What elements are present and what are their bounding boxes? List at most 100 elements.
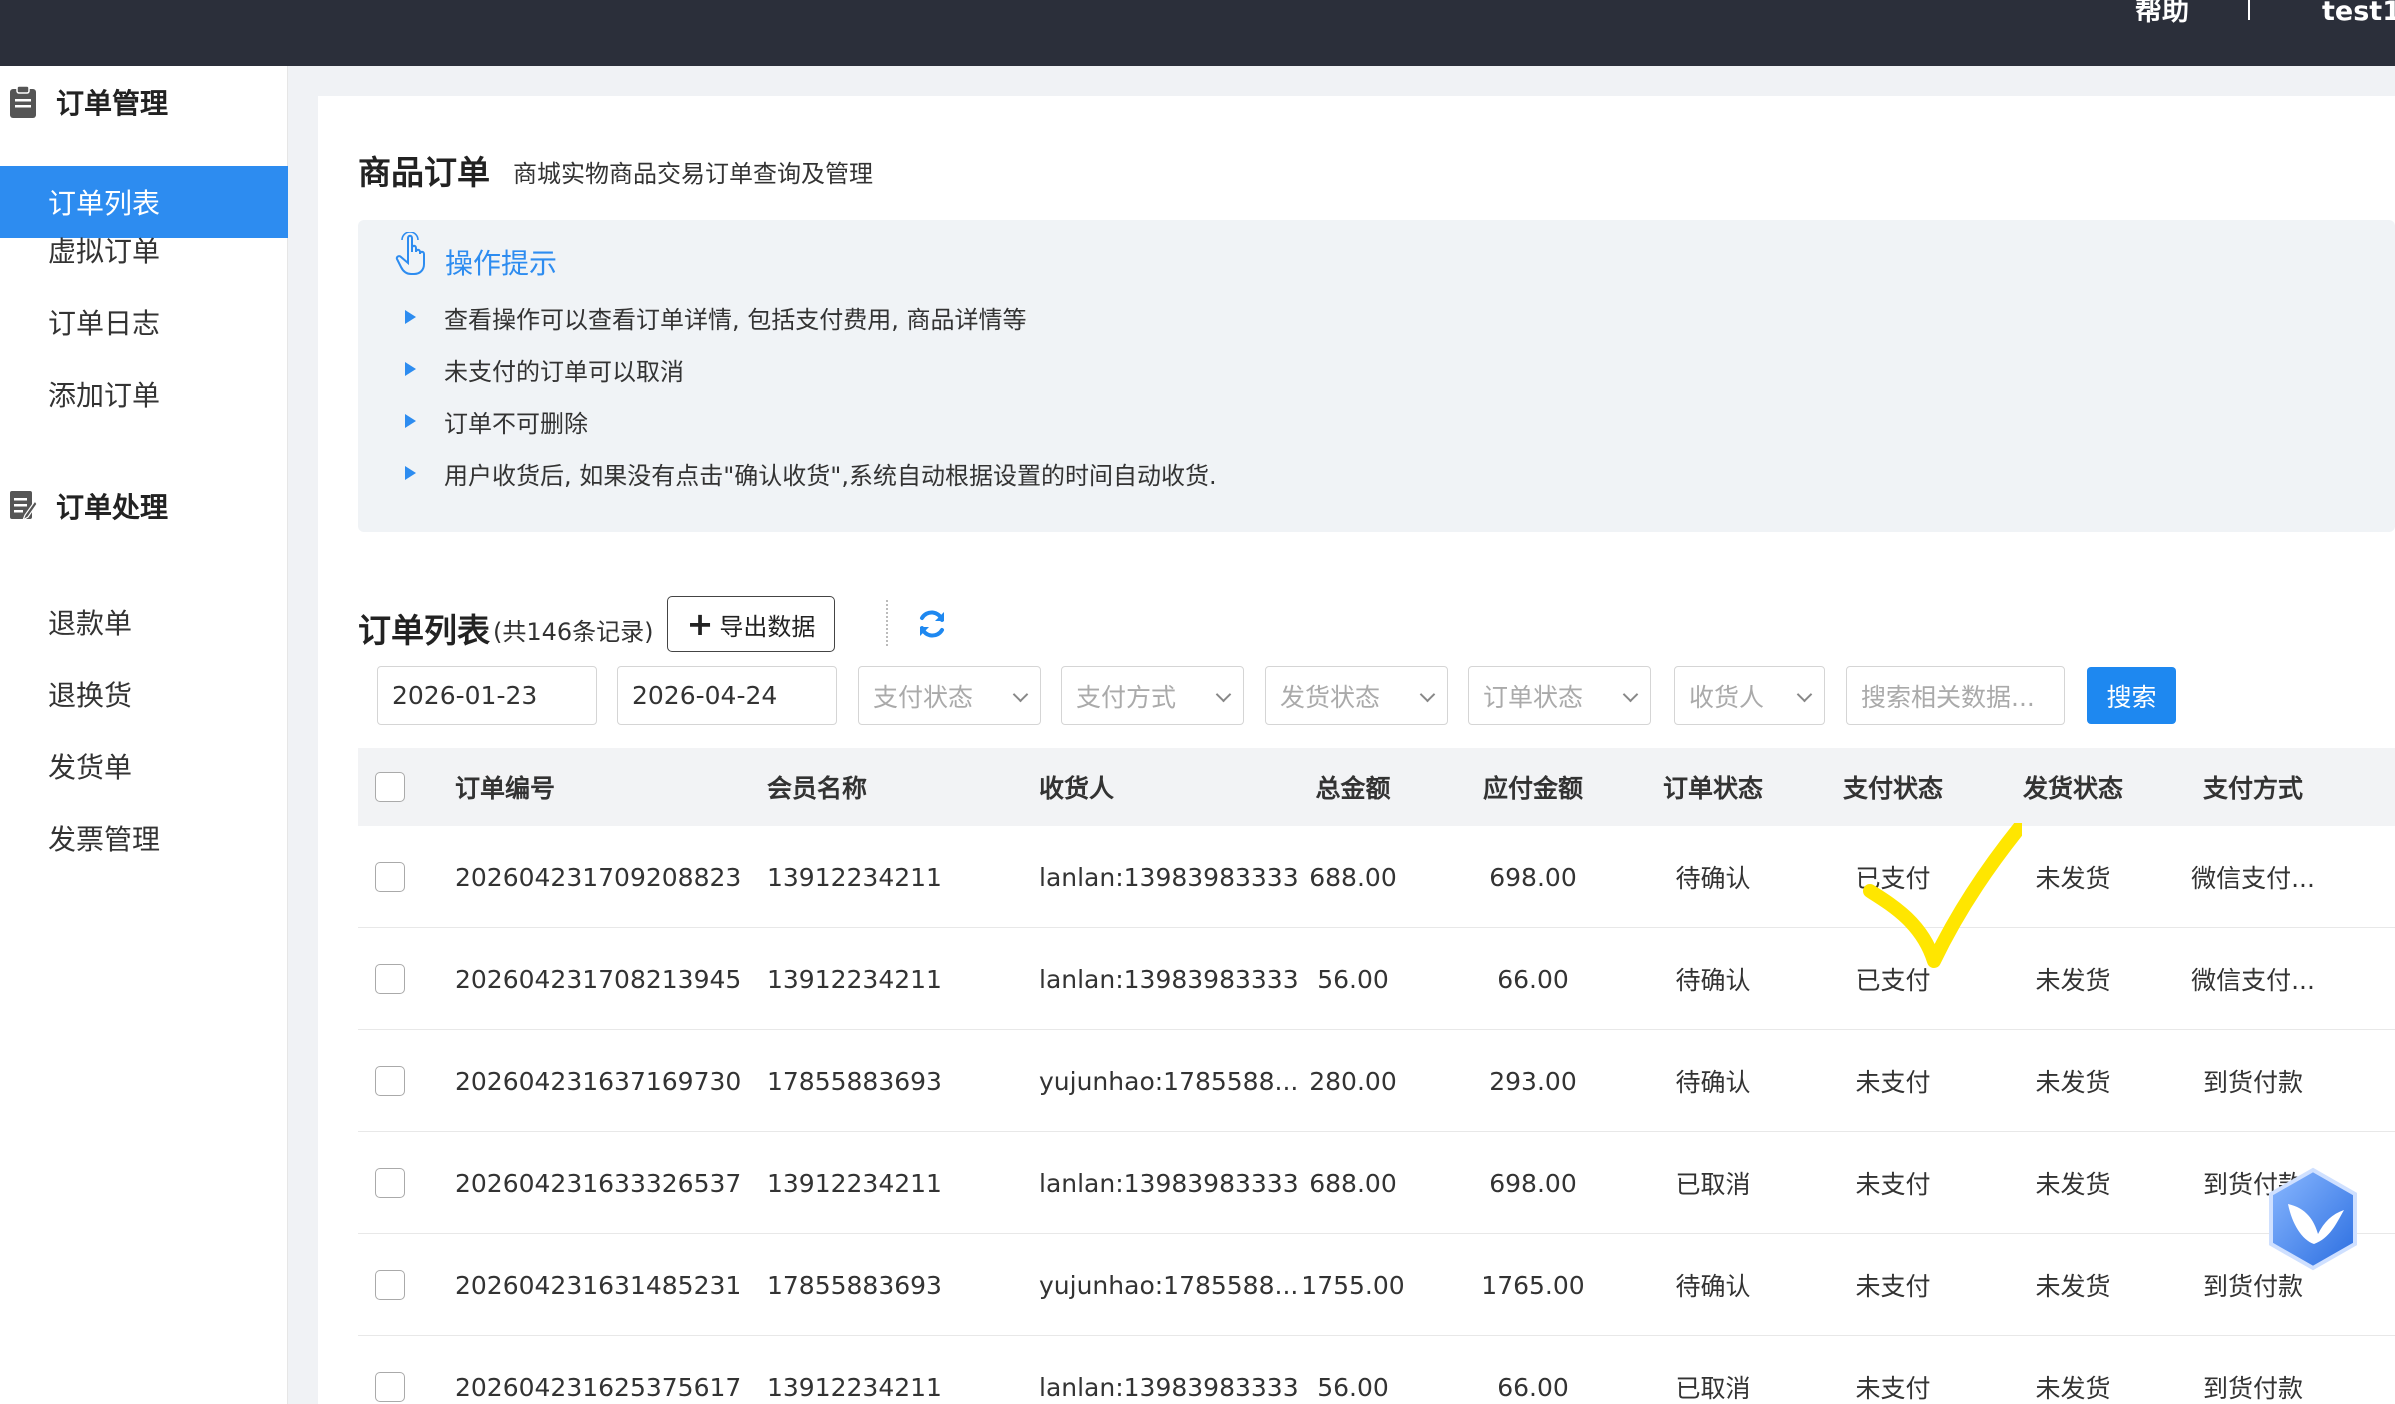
col-header-consignee[interactable]: 收货人 <box>1039 748 1114 826</box>
ship-status-cell: 未发货 <box>2035 1068 2111 1097</box>
sidebar-item-label: 发票管理 <box>48 823 161 856</box>
col-header-order-status[interactable]: 订单状态 <box>1638 748 1788 826</box>
consignee-cell: lanlan:13983983333 <box>1039 862 1299 892</box>
edit-note-icon <box>10 491 38 522</box>
order-no-cell[interactable]: 202604231625375617 <box>455 1336 741 1404</box>
sidebar-item-order-log[interactable]: 订单日志 <box>0 286 288 358</box>
col-header-pay-status[interactable]: 支付状态 <box>1818 748 1968 826</box>
tip-item: 未支付的订单可以取消 <box>405 352 684 386</box>
sidebar-item-label: 退换货 <box>48 679 133 712</box>
member-cell: 13912234211 <box>767 1372 942 1402</box>
row-checkbox[interactable] <box>375 1270 405 1300</box>
row-checkbox[interactable] <box>375 964 405 994</box>
col-header-total[interactable]: 总金额 <box>1278 748 1428 826</box>
col-header-order-no[interactable]: 订单编号 <box>455 748 555 826</box>
consignee-cell: lanlan:13983983333 <box>1039 964 1299 994</box>
table-row[interactable]: 202604231708213945 13912234211 lanlan:13… <box>358 928 2395 1030</box>
chevron-down-icon <box>1622 686 1639 703</box>
table-row[interactable]: 202604231633326537 13912234211 lanlan:13… <box>358 1132 2395 1234</box>
order-status-cell: 待确认 <box>1675 966 1751 995</box>
sidebar-item-invoices[interactable]: 发票管理 <box>0 802 288 874</box>
pay-method-cell: 到货付款 <box>2202 1068 2303 1097</box>
clipboard-icon <box>10 85 36 118</box>
pay-method-select[interactable]: 支付方式 <box>1061 666 1244 725</box>
order-no-cell[interactable]: 202604231637169730 <box>455 1030 741 1132</box>
member-cell: 13912234211 <box>767 862 942 892</box>
floating-assistant-bird-icon[interactable] <box>2258 1164 2368 1274</box>
table-row[interactable]: 202604231709208823 13912234211 lanlan:13… <box>358 826 2395 928</box>
col-header-member[interactable]: 会员名称 <box>767 748 867 826</box>
sidebar-item-virtual-orders[interactable]: 虚拟订单 <box>0 214 288 286</box>
pay-status-cell: 未支付 <box>1855 1170 1931 1199</box>
search-button[interactable]: 搜索 <box>2087 667 2176 724</box>
sidebar-item-add-order[interactable]: 添加订单 <box>0 358 288 430</box>
table-row[interactable]: 202604231637169730 17855883693 yujunhao:… <box>358 1030 2395 1132</box>
search-placeholder: 搜索相关数据... <box>1861 682 2035 712</box>
search-input[interactable]: 搜索相关数据... <box>1846 666 2065 725</box>
select-all-checkbox[interactable] <box>375 772 405 802</box>
select-placeholder: 支付状态 <box>873 682 974 712</box>
sidebar-group-title: 订单处理 <box>56 491 169 524</box>
start-date-value: 2026-01-23 <box>392 681 538 710</box>
main-panel: 商品订单 商城实物商品交易订单查询及管理 操作提示 查看操作可以查看订单详情, … <box>318 96 2395 1404</box>
user-name[interactable]: test1 <box>2322 0 2395 25</box>
row-checkbox[interactable] <box>375 1372 405 1402</box>
sidebar-group-order-management: 订单管理 <box>0 66 288 138</box>
ship-status-cell: 未发货 <box>2035 966 2111 995</box>
col-header-payable[interactable]: 应付金额 <box>1458 748 1608 826</box>
payable-cell: 66.00 <box>1497 964 1569 994</box>
pay-status-cell: 已支付 <box>1855 966 1931 995</box>
pointer-hand-icon <box>395 232 425 275</box>
help-link[interactable]: 帮助 <box>2135 0 2189 25</box>
order-no-cell[interactable]: 202604231633326537 <box>455 1132 741 1234</box>
end-date-input[interactable]: 2026-04-24 <box>617 666 837 725</box>
tip-text: 未支付的订单可以取消 <box>444 357 684 386</box>
row-checkbox[interactable] <box>375 1168 405 1198</box>
select-placeholder: 订单状态 <box>1483 682 1584 712</box>
start-date-input[interactable]: 2026-01-23 <box>377 666 597 725</box>
table-header: 订单编号 会员名称 收货人 总金额 应付金额 订单状态 支付状态 发货状态 支付… <box>358 748 2395 826</box>
order-no-cell[interactable]: 202604231709208823 <box>455 826 741 928</box>
order-status-cell: 待确认 <box>1675 1272 1751 1301</box>
consignee-cell: lanlan:13983983333 <box>1039 1372 1299 1402</box>
pay-status-select[interactable]: 支付状态 <box>858 666 1041 725</box>
export-label: 导出数据 <box>719 612 816 641</box>
row-checkbox[interactable] <box>375 862 405 892</box>
ship-status-select[interactable]: 发货状态 <box>1265 666 1448 725</box>
sidebar-item-refunds[interactable]: 退款单 <box>0 586 288 658</box>
bullet-triangle-icon <box>405 310 416 324</box>
row-checkbox[interactable] <box>375 1066 405 1096</box>
order-no-cell[interactable]: 202604231631485231 <box>455 1234 741 1336</box>
payable-cell: 66.00 <box>1497 1372 1569 1402</box>
plus-icon: + <box>686 605 714 643</box>
bullet-triangle-icon <box>405 414 416 428</box>
top-bar: 帮助 test1 <box>0 0 2395 66</box>
export-data-button[interactable]: + 导出数据 <box>667 596 835 652</box>
table-row[interactable]: 202604231625375617 13912234211 lanlan:13… <box>358 1336 2395 1404</box>
total-cell: 688.00 <box>1309 1168 1397 1198</box>
sidebar-item-returns[interactable]: 退换货 <box>0 658 288 730</box>
sidebar-group-order-processing: 订单处理 <box>0 470 288 542</box>
consignee-select[interactable]: 收货人 <box>1674 666 1825 725</box>
col-header-pay-method[interactable]: 支付方式 <box>2178 748 2328 826</box>
consignee-cell: yujunhao:1785588... <box>1039 1066 1299 1096</box>
tips-panel: 操作提示 查看操作可以查看订单详情, 包括支付费用, 商品详情等 未支付的订单可… <box>358 220 2395 532</box>
sidebar-item-label: 发货单 <box>48 751 133 784</box>
list-title: 订单列表 <box>358 611 490 650</box>
sidebar-item-shipments[interactable]: 发货单 <box>0 730 288 802</box>
col-header-ship-status[interactable]: 发货状态 <box>1998 748 2148 826</box>
page-subtitle: 商城实物商品交易订单查询及管理 <box>513 160 873 188</box>
member-cell: 13912234211 <box>767 1168 942 1198</box>
sidebar-item-label: 订单日志 <box>48 307 161 340</box>
tip-item: 查看操作可以查看订单详情, 包括支付费用, 商品详情等 <box>405 300 1027 334</box>
order-no-cell[interactable]: 202604231708213945 <box>455 928 741 1030</box>
page-title: 商品订单 <box>358 153 490 192</box>
select-placeholder: 发货状态 <box>1280 682 1381 712</box>
sidebar-item-label: 退款单 <box>48 607 133 640</box>
member-cell: 17855883693 <box>767 1066 942 1096</box>
order-status-select[interactable]: 订单状态 <box>1468 666 1651 725</box>
refresh-icon[interactable] <box>916 608 948 640</box>
tips-title: 操作提示 <box>445 247 558 280</box>
table-row[interactable]: 202604231631485231 17855883693 yujunhao:… <box>358 1234 2395 1336</box>
toolbar-divider <box>886 600 888 646</box>
